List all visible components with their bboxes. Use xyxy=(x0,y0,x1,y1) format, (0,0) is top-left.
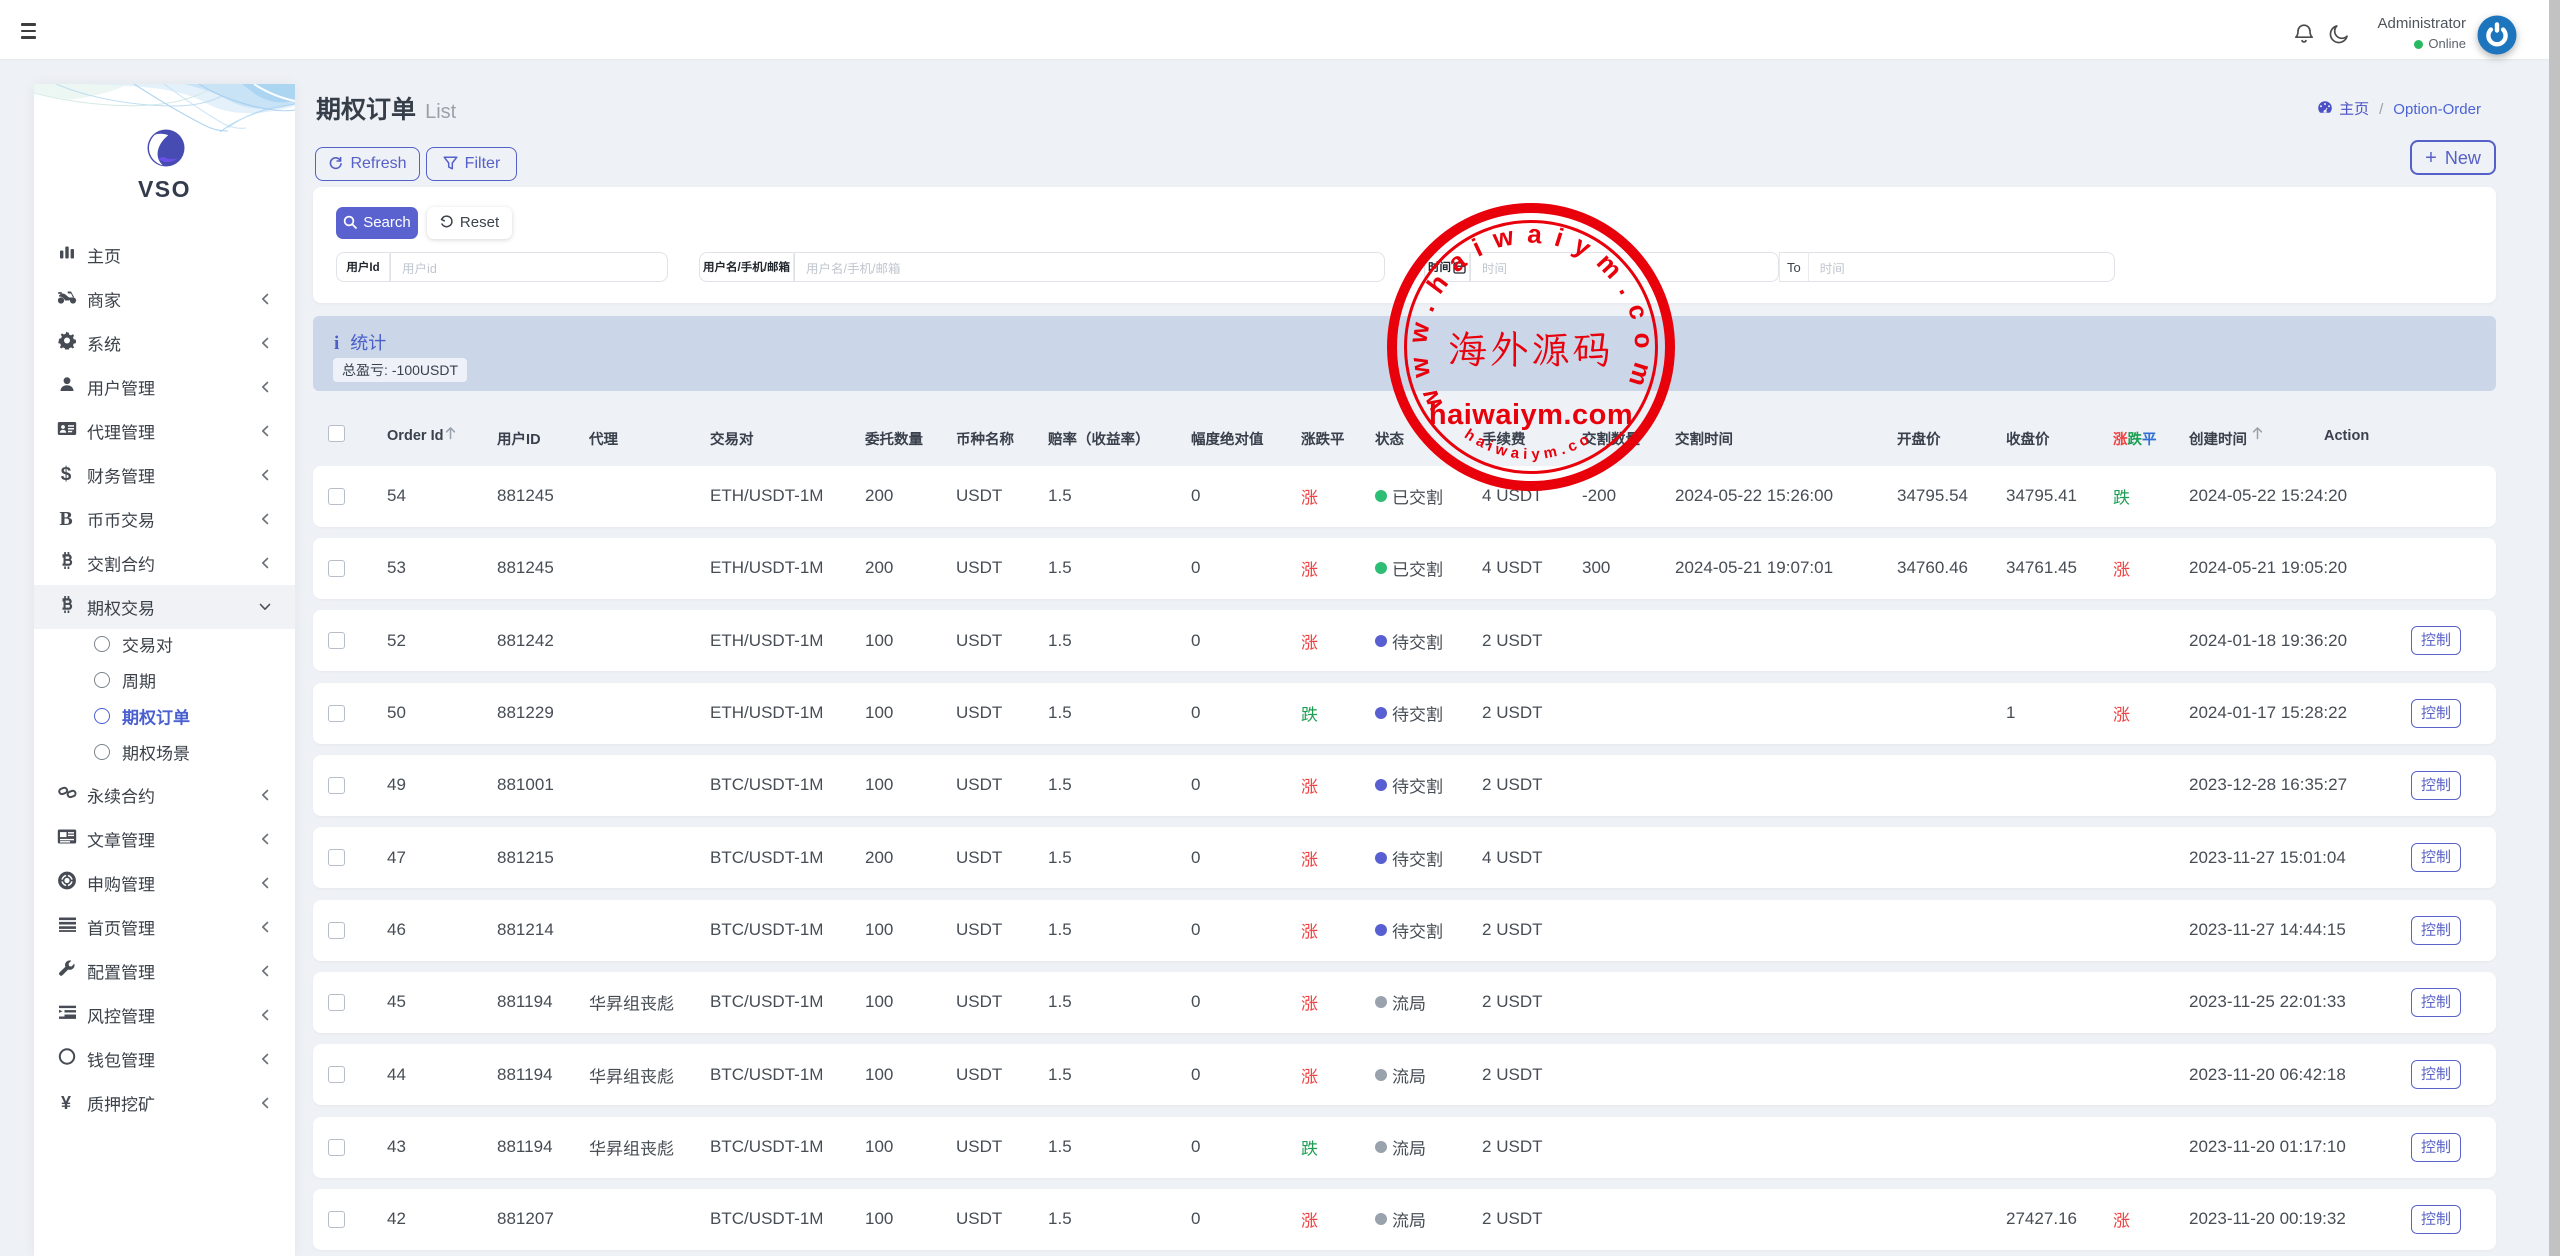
svg-text:haiwaiym.com: haiwaiym.com xyxy=(1429,399,1633,431)
svg-text:海外源码: 海外源码 xyxy=(1448,324,1614,375)
